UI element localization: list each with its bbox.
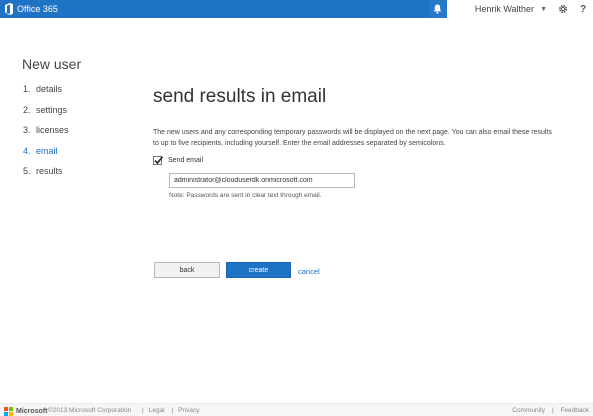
step-details[interactable]: 1. details	[23, 84, 69, 105]
footer: Microsoft ©2013 Microsoft Corporation | L…	[0, 403, 593, 416]
privacy-link[interactable]: Privacy	[178, 407, 199, 414]
step-results[interactable]: 5. results	[23, 166, 69, 187]
step-settings[interactable]: 2. settings	[23, 105, 69, 126]
send-email-label: Send email	[168, 157, 204, 164]
notifications-button[interactable]	[428, 0, 447, 18]
copyright-text: ©2013 Microsoft Corporation	[48, 407, 132, 414]
footer-left-links: ©2013 Microsoft Corporation | Legal | Priv…	[48, 407, 199, 414]
office365-brand[interactable]: Office 365	[4, 3, 58, 15]
description-text: The new users and any corresponding temp…	[153, 129, 552, 147]
password-note: Note: Passwords are sent in clear text t…	[169, 192, 322, 199]
microsoft-brand: Microsoft	[16, 408, 48, 415]
cancel-link[interactable]: cancel	[298, 267, 320, 276]
microsoft-logo: Microsoft	[4, 407, 48, 416]
send-email-checkbox[interactable]	[153, 156, 164, 165]
wizard-title: New user	[22, 56, 82, 72]
top-bar: Office 365 Henrik Walther ▼ ?	[0, 0, 593, 18]
legal-link[interactable]: Legal	[149, 407, 165, 414]
back-button[interactable]: back	[154, 262, 220, 278]
user-name: Henrik Walther	[474, 4, 535, 14]
user-menu[interactable]: Henrik Walther ▼	[446, 0, 553, 18]
help-button[interactable]: ?	[573, 0, 593, 18]
wizard-steps: 1. details 2. settings 3. licenses 4. email …	[23, 84, 69, 187]
office-logo-icon	[5, 3, 13, 15]
footer-separator: |	[171, 407, 174, 414]
brand-name: Office 365	[17, 4, 58, 14]
microsoft-logo-icon	[4, 407, 13, 416]
page-title: send results in email	[153, 86, 327, 107]
email-recipients-input[interactable]	[169, 173, 355, 188]
settings-button[interactable]	[553, 0, 573, 18]
create-button[interactable]: create	[226, 262, 291, 278]
checkmark-icon	[154, 156, 164, 165]
community-link[interactable]: Community	[512, 407, 545, 414]
help-icon: ?	[579, 3, 587, 15]
footer-separator: |	[142, 407, 144, 414]
feedback-link[interactable]: Feedback	[560, 407, 589, 414]
chevron-down-icon: ▼	[540, 5, 547, 13]
footer-separator: |	[551, 407, 554, 414]
footer-right-links: Community | Feedback	[512, 407, 589, 414]
gear-icon	[558, 4, 568, 14]
step-licenses[interactable]: 3. licenses	[23, 125, 69, 146]
step-email[interactable]: 4. email	[23, 146, 69, 167]
top-right-controls: Henrik Walther ▼ ?	[428, 0, 593, 18]
bell-icon	[433, 4, 442, 14]
send-email-option: Send email	[153, 156, 203, 165]
